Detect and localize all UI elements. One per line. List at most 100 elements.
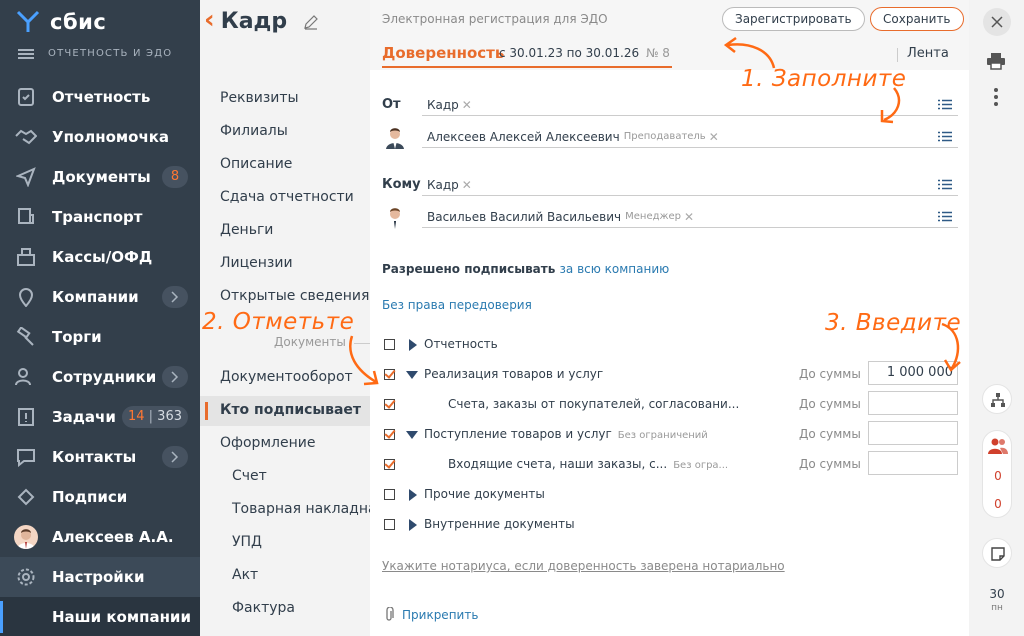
remove-icon[interactable]: ✕ — [684, 210, 694, 224]
link-who-signs-selected[interactable]: Кто подписывает — [200, 396, 370, 426]
notary-link[interactable]: Укажите нотариуса, если доверенность зав… — [382, 559, 785, 573]
doc-dates[interactable]: с 30.01.23 по 30.01.26 — [499, 46, 639, 60]
nav-item-our-companies[interactable]: Наши компании — [0, 597, 200, 636]
nav-item-tenders[interactable]: Торги — [0, 317, 200, 357]
link-requisites[interactable]: Реквизиты — [220, 90, 299, 106]
doc-type-row: Поступление товаров и услуг Без ограничен… — [382, 421, 958, 446]
tab-feed[interactable]: Лента — [897, 46, 949, 62]
list-icon[interactable] — [938, 131, 952, 142]
remove-icon[interactable]: ✕ — [462, 98, 472, 112]
nav-item-tasks[interactable]: Задачи 14 | 363 — [0, 397, 200, 437]
close-button[interactable] — [983, 8, 1011, 36]
expand-right-icon[interactable] — [409, 489, 417, 501]
to-org-value: Кадр — [427, 177, 459, 192]
no-redelegation-link[interactable]: Без права передоверия — [382, 298, 532, 312]
register-button[interactable]: Зарегистрировать — [722, 7, 865, 31]
attach-button[interactable]: Прикрепить — [384, 607, 478, 623]
amount-input[interactable] — [868, 391, 958, 415]
row-checkbox[interactable] — [384, 459, 395, 470]
link-invoice[interactable]: Счет — [232, 468, 267, 484]
amount-input[interactable] — [868, 421, 958, 445]
arrow-icon — [941, 322, 961, 372]
link-open-info[interactable]: Открытые сведения — [220, 288, 369, 304]
menu-icon — [18, 48, 34, 59]
no-limit-note: Без ограничений — [617, 430, 708, 441]
back-icon[interactable]: ‹ — [204, 7, 215, 33]
signers-panel[interactable]: 0 0 — [982, 430, 1012, 518]
chevron-right-icon[interactable] — [162, 366, 188, 388]
more-icon[interactable] — [983, 84, 1009, 110]
amount-input[interactable] — [868, 451, 958, 475]
nav-item-cashbox[interactable]: Кассы/ОФД — [0, 237, 200, 277]
calendar-date[interactable]: 30 пн — [982, 587, 1012, 615]
gear-icon — [14, 565, 38, 589]
row-checkbox[interactable] — [384, 429, 395, 440]
nav-item-documents[interactable]: Документы 8 — [0, 157, 200, 197]
nav-item-label: Контакты — [52, 448, 137, 466]
link-upd[interactable]: УПД — [232, 534, 262, 550]
nav-item-transport[interactable]: Транспорт — [0, 197, 200, 237]
nav-item-signatures[interactable]: Подписи — [0, 477, 200, 517]
gavel-icon — [14, 325, 38, 349]
list-icon[interactable] — [938, 179, 952, 190]
structure-button[interactable] — [982, 384, 1012, 414]
nav-item-authority[interactable]: Уполномочка — [0, 117, 200, 157]
row-checkbox[interactable] — [384, 519, 395, 530]
send-icon — [14, 165, 38, 189]
nav-item-contacts[interactable]: Контакты — [0, 437, 200, 477]
link-act[interactable]: Акт — [232, 567, 258, 583]
from-person-name: Алексеев Алексей Алексеевич — [427, 129, 620, 144]
to-person-field[interactable]: Васильев Василий Васильевич Менеджер ✕ — [422, 206, 958, 228]
from-person-field[interactable]: Алексеев Алексей Алексеевич Преподаватель… — [422, 126, 958, 148]
list-icon[interactable] — [938, 211, 952, 222]
nav-item-reports[interactable]: Отчетность — [0, 77, 200, 117]
active-tab-underline — [382, 66, 672, 68]
nav-item-companies[interactable]: Компании — [0, 277, 200, 317]
person-photo — [386, 208, 404, 229]
nav-item-profile[interactable]: Алексеев А.А. — [0, 517, 200, 557]
row-checkbox[interactable] — [384, 339, 395, 350]
truck-icon — [14, 205, 38, 229]
allowed-scope-link[interactable]: за всю компанию — [560, 262, 670, 276]
sbis-logo[interactable]: сбис — [14, 8, 106, 36]
link-docflow[interactable]: Документооборот — [220, 369, 353, 385]
expand-down-icon[interactable] — [406, 371, 418, 379]
signers-count-2: 0 — [994, 497, 1002, 511]
to-person-name: Васильев Василий Васильевич — [427, 209, 622, 224]
link-design[interactable]: Оформление — [220, 435, 315, 451]
print-icon[interactable] — [983, 48, 1009, 74]
expand-right-icon[interactable] — [409, 519, 417, 531]
remove-icon[interactable]: ✕ — [709, 130, 719, 144]
link-licenses[interactable]: Лицензии — [220, 255, 293, 271]
row-checkbox[interactable] — [384, 489, 395, 500]
chevron-right-icon[interactable] — [162, 446, 188, 468]
link-waybill[interactable]: Товарная накладная — [232, 501, 385, 517]
nav-item-label: Транспорт — [52, 208, 143, 226]
row-checkbox[interactable] — [384, 399, 395, 410]
avatar — [14, 525, 38, 549]
expand-right-icon[interactable] — [409, 339, 417, 351]
doc-title[interactable]: Доверенность — [382, 44, 504, 62]
amount-label: До суммы — [799, 367, 861, 381]
row-checkbox[interactable] — [384, 369, 395, 380]
link-description[interactable]: Описание — [220, 156, 292, 172]
link-factura[interactable]: Фактура — [232, 600, 295, 616]
link-who-signs[interactable]: Кто подписывает — [220, 402, 361, 418]
remove-icon[interactable]: ✕ — [462, 178, 472, 192]
nav-item-settings[interactable]: Настройки — [0, 557, 200, 597]
link-reporting[interactable]: Сдача отчетности — [220, 189, 354, 205]
to-org-field[interactable]: Кадр ✕ — [422, 174, 958, 196]
allowed-to-sign-title: Разрешено подписывать за всю компанию — [382, 262, 669, 276]
expand-down-icon[interactable] — [406, 431, 418, 439]
chevron-right-icon[interactable] — [162, 286, 188, 308]
notes-button[interactable] — [982, 538, 1012, 568]
app-subtitle[interactable]: ОТЧЕТНОСТЬ И ЭДО — [18, 48, 172, 59]
link-money[interactable]: Деньги — [220, 222, 273, 238]
link-branches[interactable]: Филиалы — [220, 123, 288, 139]
nav-item-employees[interactable]: Сотрудники — [0, 357, 200, 397]
pencil-icon[interactable] — [303, 14, 319, 30]
save-button[interactable]: Сохранить — [870, 7, 964, 31]
nav-item-label: Подписи — [52, 488, 128, 506]
list-icon[interactable] — [938, 99, 952, 110]
logo-text: сбис — [50, 10, 107, 34]
